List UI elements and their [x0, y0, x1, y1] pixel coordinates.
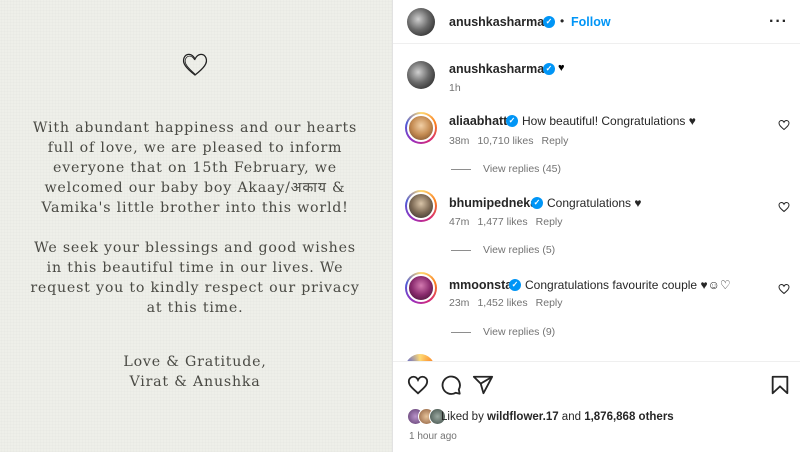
comment-likes[interactable]: 1,452 likes [477, 297, 527, 309]
comment-meta: 23m 1,452 likes Reply [449, 297, 563, 309]
action-bar: Liked by wildflower.17 and 1,876,868 oth… [393, 361, 800, 452]
post-panel: anushkasharma ✓ • Follow ··· anushkashar… [393, 0, 800, 452]
heart-icon[interactable] [778, 201, 790, 213]
heart-icon[interactable] [778, 119, 790, 131]
comment-likes[interactable]: 10,710 likes [477, 135, 533, 147]
avatar[interactable] [405, 190, 437, 222]
comment-text: How beautiful! Congratulations ♥ [522, 114, 696, 128]
view-replies-button[interactable]: View replies (45) [451, 163, 561, 175]
comment-text: Congratulations ♥ [547, 196, 642, 210]
liked-and: and [558, 411, 585, 423]
comment-icon[interactable] [440, 374, 462, 396]
comment-username[interactable]: mmoonstar [449, 278, 517, 292]
avatar[interactable] [405, 354, 435, 361]
bookmark-icon[interactable] [769, 374, 791, 396]
comment-time: 47m [449, 216, 470, 228]
caption-time: 1h [449, 82, 461, 94]
comment-likes[interactable]: 1,477 likes [477, 216, 527, 228]
liked-by-text: Liked by wildflower.17 and 1,876,868 oth… [441, 411, 674, 423]
heart-doodle-icon [182, 53, 208, 76]
view-replies-label: View replies (9) [483, 326, 556, 338]
more-icon[interactable]: ··· [769, 13, 788, 31]
separator-dot: • [560, 14, 565, 28]
avatar[interactable] [407, 8, 435, 36]
post-header: anushkasharma ✓ • Follow ··· [393, 0, 800, 44]
verified-icon: ✓ [543, 63, 555, 75]
announcement-text: With abundant happiness and our hearts f… [30, 120, 360, 316]
comment-text: Congratulations favourite couple ♥☺︎♡ [525, 278, 731, 292]
avatar[interactable] [405, 272, 437, 304]
view-replies-label: View replies (45) [483, 163, 562, 175]
post-time: 1 hour ago [409, 431, 457, 442]
verified-icon: ✓ [531, 197, 543, 209]
view-replies-label: View replies (5) [483, 244, 556, 256]
verified-icon: ✓ [509, 279, 521, 291]
divider [451, 168, 471, 170]
comment-username[interactable]: bhumipednekar [449, 196, 542, 210]
reply-button[interactable]: Reply [536, 297, 563, 309]
liked-user-link[interactable]: wildflower.17 [487, 411, 559, 423]
caption-text: ♥ [558, 62, 565, 74]
heart-icon[interactable] [778, 283, 790, 295]
share-icon[interactable] [472, 374, 494, 396]
comments-list: anushkasharma ✓ ♥ 1h aliaabhatt ✓ How be… [393, 45, 800, 361]
view-replies-button[interactable]: View replies (5) [451, 244, 555, 256]
comment-time: 23m [449, 297, 470, 309]
liked-prefix: Liked by [441, 411, 488, 423]
author-username[interactable]: anushkasharma [449, 15, 544, 29]
view-replies-button[interactable]: View replies (9) [451, 326, 555, 338]
verified-icon: ✓ [506, 115, 518, 127]
signoff-text: Love & Gratitude, Virat & Anushka [123, 354, 267, 390]
comment-meta: 47m 1,477 likes Reply [449, 216, 563, 228]
comment-username[interactable]: aliaabhatt [449, 114, 507, 128]
divider [451, 249, 471, 251]
comment-meta: 38m 10,710 likes Reply [449, 135, 568, 147]
avatar[interactable] [405, 112, 437, 144]
reply-button[interactable]: Reply [536, 216, 563, 228]
avatar[interactable] [407, 61, 435, 89]
post-image: With abundant happiness and our hearts f… [0, 0, 393, 452]
follow-button[interactable]: Follow [571, 15, 611, 29]
heart-icon[interactable] [407, 374, 429, 396]
caption-username[interactable]: anushkasharma [449, 62, 544, 76]
comment-time: 38m [449, 135, 470, 147]
verified-icon: ✓ [543, 16, 555, 28]
likes-count-link[interactable]: 1,876,868 others [584, 411, 674, 423]
reply-button[interactable]: Reply [541, 135, 568, 147]
divider [451, 331, 471, 333]
